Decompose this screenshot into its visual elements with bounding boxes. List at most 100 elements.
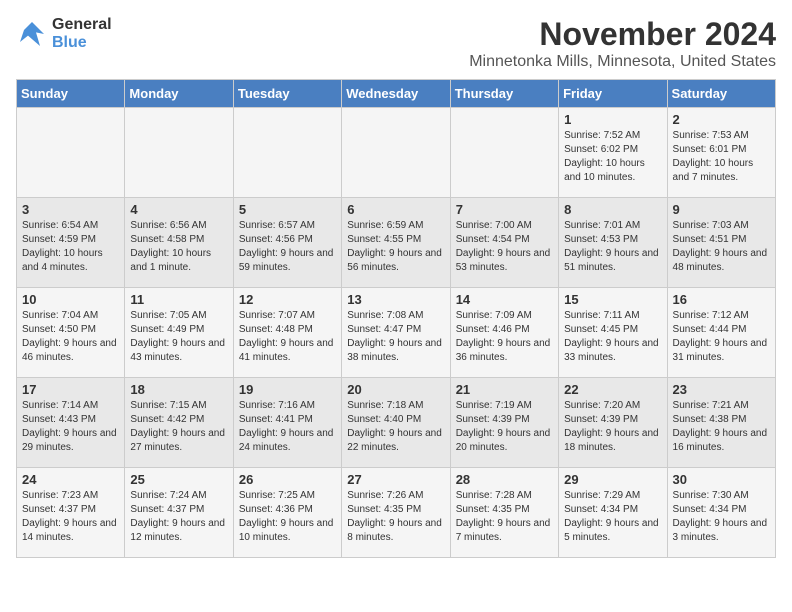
day-info: Sunrise: 7:53 AM Sunset: 6:01 PM Dayligh… (673, 129, 770, 185)
day-info: Sunrise: 7:23 AM Sunset: 4:37 PM Dayligh… (22, 489, 119, 545)
day-number: 20 (347, 382, 444, 397)
calendar-cell (17, 108, 125, 198)
calendar-cell: 23 Sunrise: 7:21 AM Sunset: 4:38 PM Dayli… (667, 378, 775, 468)
day-number: 29 (564, 472, 661, 487)
calendar-header: SundayMondayTuesdayWednesdayThursdayFrid… (17, 80, 776, 108)
week-row-1: 3Sunrise: 6:54 AM Sunset: 4:59 PM Daylig… (17, 198, 776, 288)
calendar-cell: 16Sunrise: 7:12 AM Sunset: 4:44 PM Dayli… (667, 288, 775, 378)
day-number: 18 (130, 382, 227, 397)
day-info: Sunrise: 7:01 AM Sunset: 4:53 PM Dayligh… (564, 219, 661, 275)
calendar-cell: 1 Sunrise: 7:52 AM Sunset: 6:02 PM Daylig… (559, 108, 667, 198)
calendar-cell: 10 Sunrise: 7:04 AM Sunset: 4:50 PM Dayli… (17, 288, 125, 378)
day-number: 1 (564, 112, 661, 127)
calendar-cell: 15 Sunrise: 7:11 AM Sunset: 4:45 PM Dayli… (559, 288, 667, 378)
day-info: Sunrise: 7:05 AM Sunset: 4:49 PM Dayligh… (130, 309, 227, 365)
calendar-cell: 21 Sunrise: 7:19 AM Sunset: 4:39 PM Dayli… (450, 378, 558, 468)
calendar-cell: 30 Sunrise: 7:30 AM Sunset: 4:34 PM Dayli… (667, 468, 775, 558)
day-number: 2 (673, 112, 770, 127)
calendar-cell: 17Sunrise: 7:14 AM Sunset: 4:43 PM Dayli… (17, 378, 125, 468)
calendar-cell: 25 Sunrise: 7:24 AM Sunset: 4:37 PM Dayli… (125, 468, 233, 558)
calendar-cell (342, 108, 450, 198)
day-number: 30 (673, 472, 770, 487)
day-info: Sunrise: 7:21 AM Sunset: 4:38 PM Dayligh… (673, 399, 770, 455)
day-number: 26 (239, 472, 336, 487)
calendar-cell: 7 Sunrise: 7:00 AM Sunset: 4:54 PM Daylig… (450, 198, 558, 288)
day-number: 22 (564, 382, 661, 397)
logo-text: General Blue (52, 16, 112, 51)
day-number: 13 (347, 292, 444, 307)
logo-general: General (52, 16, 112, 34)
day-info: Sunrise: 7:09 AM Sunset: 4:46 PM Dayligh… (456, 309, 553, 365)
day-number: 24 (22, 472, 119, 487)
day-number: 14 (456, 292, 553, 307)
calendar-cell: 13 Sunrise: 7:08 AM Sunset: 4:47 PM Dayli… (342, 288, 450, 378)
calendar-cell: 26Sunrise: 7:25 AM Sunset: 4:36 PM Dayli… (233, 468, 341, 558)
header-tuesday: Tuesday (233, 80, 341, 108)
day-info: Sunrise: 7:15 AM Sunset: 4:42 PM Dayligh… (130, 399, 227, 455)
day-number: 25 (130, 472, 227, 487)
header-sunday: Sunday (17, 80, 125, 108)
day-info: Sunrise: 7:28 AM Sunset: 4:35 PM Dayligh… (456, 489, 553, 545)
calendar-cell (450, 108, 558, 198)
calendar-cell: 4Sunrise: 6:56 AM Sunset: 4:58 PM Daylig… (125, 198, 233, 288)
day-number: 3 (22, 202, 119, 217)
day-info: Sunrise: 7:18 AM Sunset: 4:40 PM Dayligh… (347, 399, 444, 455)
day-info: Sunrise: 7:26 AM Sunset: 4:35 PM Dayligh… (347, 489, 444, 545)
day-number: 23 (673, 382, 770, 397)
day-info: Sunrise: 7:19 AM Sunset: 4:39 PM Dayligh… (456, 399, 553, 455)
day-info: Sunrise: 7:29 AM Sunset: 4:34 PM Dayligh… (564, 489, 661, 545)
calendar-cell (233, 108, 341, 198)
header-wednesday: Wednesday (342, 80, 450, 108)
calendar-cell: 8 Sunrise: 7:01 AM Sunset: 4:53 PM Daylig… (559, 198, 667, 288)
calendar-cell: 20 Sunrise: 7:18 AM Sunset: 4:40 PM Dayli… (342, 378, 450, 468)
day-number: 15 (564, 292, 661, 307)
day-info: Sunrise: 6:59 AM Sunset: 4:55 PM Dayligh… (347, 219, 444, 275)
day-info: Sunrise: 7:04 AM Sunset: 4:50 PM Dayligh… (22, 309, 119, 365)
day-info: Sunrise: 7:08 AM Sunset: 4:47 PM Dayligh… (347, 309, 444, 365)
day-info: Sunrise: 6:56 AM Sunset: 4:58 PM Dayligh… (130, 219, 227, 275)
logo-bird-icon (16, 18, 48, 50)
day-info: Sunrise: 7:14 AM Sunset: 4:43 PM Dayligh… (22, 399, 119, 455)
day-info: Sunrise: 6:57 AM Sunset: 4:56 PM Dayligh… (239, 219, 336, 275)
day-number: 28 (456, 472, 553, 487)
day-info: Sunrise: 7:30 AM Sunset: 4:34 PM Dayligh… (673, 489, 770, 545)
calendar-cell: 2 Sunrise: 7:53 AM Sunset: 6:01 PM Daylig… (667, 108, 775, 198)
day-number: 19 (239, 382, 336, 397)
day-number: 10 (22, 292, 119, 307)
month-title: November 2024 (469, 16, 776, 53)
day-info: Sunrise: 7:11 AM Sunset: 4:45 PM Dayligh… (564, 309, 661, 365)
day-number: 6 (347, 202, 444, 217)
week-row-2: 10 Sunrise: 7:04 AM Sunset: 4:50 PM Dayli… (17, 288, 776, 378)
header-row: SundayMondayTuesdayWednesdayThursdayFrid… (17, 80, 776, 108)
calendar-cell (125, 108, 233, 198)
day-info: Sunrise: 7:20 AM Sunset: 4:39 PM Dayligh… (564, 399, 661, 455)
day-number: 12 (239, 292, 336, 307)
day-info: Sunrise: 7:00 AM Sunset: 4:54 PM Dayligh… (456, 219, 553, 275)
day-number: 21 (456, 382, 553, 397)
day-number: 9 (673, 202, 770, 217)
logo: General Blue (16, 16, 112, 51)
calendar-cell: 14 Sunrise: 7:09 AM Sunset: 4:46 PM Dayli… (450, 288, 558, 378)
day-info: Sunrise: 7:07 AM Sunset: 4:48 PM Dayligh… (239, 309, 336, 365)
calendar-body: 1 Sunrise: 7:52 AM Sunset: 6:02 PM Daylig… (17, 108, 776, 558)
day-info: Sunrise: 7:24 AM Sunset: 4:37 PM Dayligh… (130, 489, 227, 545)
day-info: Sunrise: 7:52 AM Sunset: 6:02 PM Dayligh… (564, 129, 661, 185)
calendar-cell: 19 Sunrise: 7:16 AM Sunset: 4:41 PM Dayli… (233, 378, 341, 468)
calendar-cell: 3Sunrise: 6:54 AM Sunset: 4:59 PM Daylig… (17, 198, 125, 288)
calendar-cell: 22 Sunrise: 7:20 AM Sunset: 4:39 PM Dayli… (559, 378, 667, 468)
header-monday: Monday (125, 80, 233, 108)
calendar-cell: 24 Sunrise: 7:23 AM Sunset: 4:37 PM Dayli… (17, 468, 125, 558)
day-number: 16 (673, 292, 770, 307)
header-friday: Friday (559, 80, 667, 108)
calendar-cell: 27Sunrise: 7:26 AM Sunset: 4:35 PM Dayli… (342, 468, 450, 558)
day-number: 8 (564, 202, 661, 217)
day-number: 7 (456, 202, 553, 217)
week-row-4: 24 Sunrise: 7:23 AM Sunset: 4:37 PM Dayli… (17, 468, 776, 558)
day-info: Sunrise: 7:16 AM Sunset: 4:41 PM Dayligh… (239, 399, 336, 455)
week-row-3: 17Sunrise: 7:14 AM Sunset: 4:43 PM Dayli… (17, 378, 776, 468)
week-row-0: 1 Sunrise: 7:52 AM Sunset: 6:02 PM Daylig… (17, 108, 776, 198)
calendar-cell: 18 Sunrise: 7:15 AM Sunset: 4:42 PM Dayli… (125, 378, 233, 468)
header-thursday: Thursday (450, 80, 558, 108)
calendar-cell: 12 Sunrise: 7:07 AM Sunset: 4:48 PM Dayli… (233, 288, 341, 378)
calendar-cell: 29 Sunrise: 7:29 AM Sunset: 4:34 PM Dayli… (559, 468, 667, 558)
